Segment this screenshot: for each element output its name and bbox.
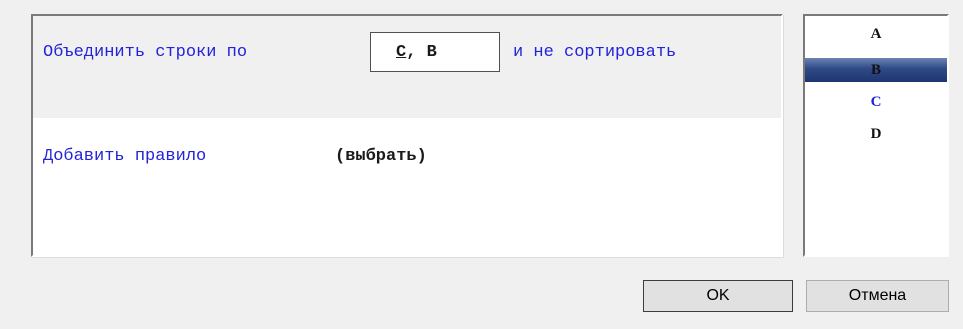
- merge-columns-rest: , B: [406, 42, 437, 62]
- merge-rule-prefix: Объединить строки по: [43, 43, 248, 62]
- merge-rule-suffix[interactable]: и не сортировать: [513, 43, 676, 62]
- column-list[interactable]: A B C D: [803, 14, 949, 257]
- merge-columns-field[interactable]: C, B: [370, 32, 500, 72]
- column-item-b[interactable]: B: [805, 58, 947, 82]
- column-item-d[interactable]: D: [805, 122, 947, 146]
- column-item-a[interactable]: A: [805, 22, 947, 46]
- cancel-button[interactable]: Отмена: [806, 280, 949, 312]
- ok-button[interactable]: OK: [643, 280, 793, 312]
- add-rule-link[interactable]: Добавить правило: [43, 147, 206, 166]
- column-item-c[interactable]: C: [805, 90, 947, 114]
- merge-rule-row[interactable]: Объединить строки по C, B и не сортирова…: [33, 16, 781, 118]
- choose-rule-link[interactable]: (выбрать): [335, 147, 427, 166]
- rules-panel: Объединить строки по C, B и не сортирова…: [31, 14, 783, 257]
- merge-columns-first: C: [396, 42, 407, 62]
- merge-rows-dialog: Объединить строки по C, B и не сортирова…: [0, 0, 963, 329]
